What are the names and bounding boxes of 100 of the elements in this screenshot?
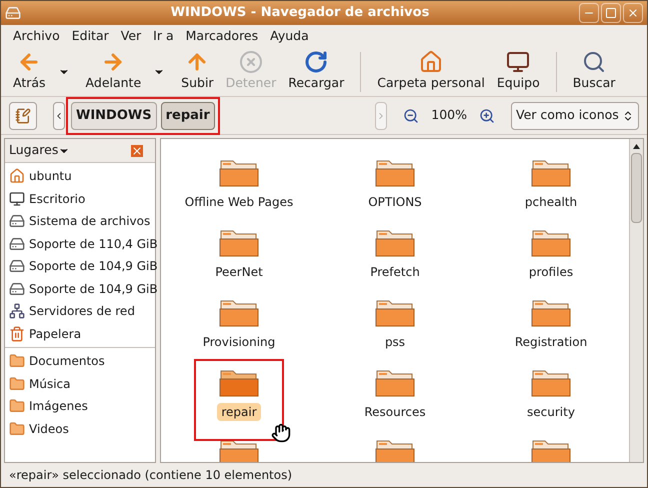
trash-icon: [9, 326, 25, 342]
folder-name: pchealth: [524, 194, 578, 211]
folder-name: PeerNet: [214, 264, 264, 281]
place-label: Videos: [29, 420, 69, 438]
window-icon: [5, 5, 21, 21]
place-label: Sistema de archivos: [29, 213, 150, 230]
scroll-left-button[interactable]: [53, 102, 65, 130]
toolbar-button[interactable]: Carpeta personal: [373, 50, 489, 93]
close-button[interactable]: [623, 3, 643, 23]
place-item[interactable]: Documentos: [5, 350, 155, 372]
place-label: Servidores de red: [29, 303, 135, 320]
folder-name: OPTIONS: [367, 194, 423, 211]
place-item[interactable]: Escritorio: [5, 188, 155, 210]
close-icon: [627, 7, 639, 19]
place-label: Documentos: [29, 353, 105, 370]
path-button[interactable]: WINDOWS: [71, 102, 157, 130]
toolbar-button[interactable]: Equipo: [492, 50, 544, 93]
place-label: Imágenes: [29, 398, 88, 416]
place-item[interactable]: Soporte de 104,9 GiB: [5, 278, 155, 300]
menu-item[interactable]: Marcadores: [186, 26, 258, 46]
folder-item[interactable]: Prefetch: [366, 227, 424, 283]
hand-cursor-icon: [271, 423, 291, 443]
up-down-arrows-icon: [622, 110, 634, 122]
network-icon: [9, 303, 25, 320]
place-label: ubuntu: [29, 168, 72, 186]
folder-name: security: [526, 404, 576, 421]
zoom-in-icon[interactable]: [479, 108, 495, 124]
folder-name: profiles: [528, 264, 574, 281]
drive-icon: [9, 213, 25, 230]
place-label: Soporte de 104,9 GiB: [29, 280, 158, 298]
path-button[interactable]: repair: [160, 102, 215, 130]
menu-item[interactable]: Archivo: [13, 26, 60, 46]
notepad-icon: [15, 108, 31, 124]
folder-icon: [9, 420, 25, 437]
place-item[interactable]: Imágenes: [5, 395, 155, 418]
toolbar-button[interactable]: Adelante: [82, 50, 146, 93]
folder-name: Resources: [363, 404, 427, 421]
place-item[interactable]: Papelera: [5, 322, 155, 345]
menu-item[interactable]: Ir a: [153, 26, 174, 46]
folder-item[interactable]: pss: [375, 297, 415, 353]
edit-location-button[interactable]: [9, 102, 37, 130]
place-item[interactable]: Música: [5, 372, 155, 395]
view-select[interactable]: Ver como iconos: [511, 102, 639, 130]
folder-item[interactable]: Resources: [360, 367, 430, 423]
drive-icon: [9, 258, 25, 274]
folder-name: pss: [384, 334, 406, 351]
folder-icon: [9, 398, 25, 414]
toolbar-button[interactable]: Subir: [177, 50, 218, 93]
place-item[interactable]: Soporte de 104,9 GiB: [5, 255, 155, 278]
folder-icon: [9, 353, 25, 370]
home-icon: [9, 168, 25, 184]
scrollbar-thumb[interactable]: [631, 153, 642, 223]
minimize-button[interactable]: [579, 3, 599, 23]
scrollbar[interactable]: [629, 139, 643, 462]
folder-name: Registration: [514, 334, 588, 351]
drive-icon: [9, 236, 25, 252]
place-item[interactable]: Soporte de 110,4 GiB: [5, 232, 155, 255]
search-icon: [582, 50, 606, 74]
drive-icon: [9, 280, 25, 297]
menu-item[interactable]: Ver: [120, 26, 142, 46]
maximize-icon: [605, 7, 617, 19]
toolbar-button[interactable]: Buscar: [568, 50, 620, 93]
folder-item[interactable]: PeerNet: [211, 227, 267, 283]
folder-item[interactable]: OPTIONS: [364, 157, 426, 213]
folder-item[interactable]: profiles: [524, 227, 578, 283]
folder-name: Provisioning: [202, 334, 276, 351]
folder-item[interactable]: Registration: [510, 297, 592, 353]
place-label: Papelera: [29, 326, 82, 343]
status-text: «repair» seleccionado (contiene 10 elementos): [9, 467, 292, 484]
computer-icon: [506, 50, 530, 74]
maximize-button[interactable]: [601, 3, 621, 23]
place-item[interactable]: ubuntu: [5, 165, 155, 188]
window-title: WINDOWS - Navegador de archivos: [170, 4, 430, 22]
place-label: Música: [29, 376, 70, 393]
place-item[interactable]: Servidores de red: [5, 300, 155, 322]
folder-item[interactable]: security: [523, 367, 579, 423]
folder-item[interactable]: Provisioning: [198, 297, 280, 353]
menu-item[interactable]: Ayuda: [270, 26, 309, 46]
place-item[interactable]: Videos: [5, 418, 155, 440]
toolbar-button[interactable]: Atrás: [9, 50, 50, 93]
zoom-level: 100%: [431, 106, 467, 124]
place-item[interactable]: Sistema de archivos: [5, 210, 155, 232]
folder-name: Prefetch: [369, 264, 421, 281]
place-label: Escritorio: [29, 190, 86, 208]
folder-icon: [9, 376, 25, 392]
menu-item[interactable]: Editar: [72, 26, 109, 46]
place-label: Soporte de 104,9 GiB: [29, 258, 158, 276]
folder-item[interactable]: repair: [217, 367, 261, 423]
toolbar-button[interactable]: Recargar: [284, 50, 348, 93]
desktop-icon: [9, 190, 25, 207]
folder-name: Offline Web Pages: [184, 194, 294, 211]
stop-icon: [238, 50, 263, 74]
folder-item[interactable]: Offline Web Pages: [180, 157, 298, 213]
place-label: Soporte de 110,4 GiB: [29, 236, 158, 253]
folder-item[interactable]: pchealth: [520, 157, 582, 213]
scroll-up-arrow-icon[interactable]: [633, 144, 640, 148]
home-folder-icon: [419, 50, 444, 74]
close-icon[interactable]: [131, 144, 143, 156]
reload-icon: [304, 50, 328, 74]
zoom-out-icon[interactable]: [403, 108, 420, 124]
